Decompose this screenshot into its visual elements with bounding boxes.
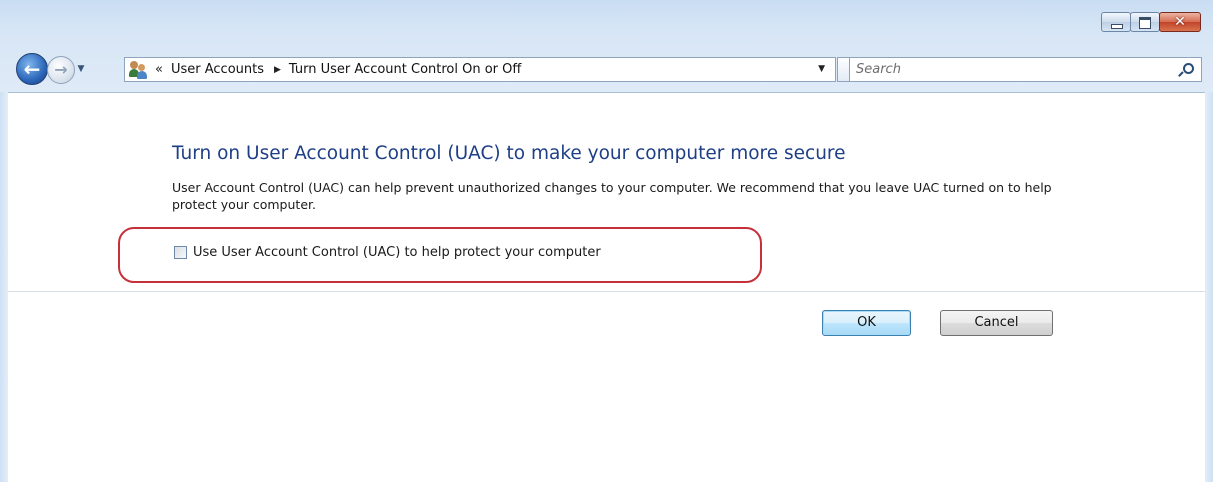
uac-checkbox-label: Use User Account Control (UAC) to help p… [193, 245, 601, 260]
minimize-icon [1111, 24, 1123, 29]
user-accounts-icon [129, 60, 147, 79]
recent-pages-button[interactable]: ▼ [76, 62, 86, 76]
search-icon[interactable] [1178, 62, 1195, 78]
page-title: Turn on User Account Control (UAC) to ma… [172, 143, 846, 164]
cancel-button[interactable]: Cancel [940, 310, 1053, 336]
breadcrumb-turn-uac-on-off[interactable]: Turn User Account Control On or Off [289, 62, 521, 77]
uac-settings-window: ✕ ← → ▼ « User Accounts ▶ Turn User Acco… [0, 0, 1213, 483]
back-arrow-icon: ← [23, 57, 41, 81]
maximize-icon [1139, 17, 1151, 29]
breadcrumb-user-accounts[interactable]: User Accounts [171, 62, 264, 77]
search-box[interactable] [849, 57, 1202, 82]
forward-arrow-icon: → [54, 60, 68, 79]
address-bar[interactable]: « User Accounts ▶ Turn User Account Cont… [124, 57, 836, 82]
ok-button[interactable]: OK [822, 310, 911, 336]
window-right-border [1205, 92, 1213, 482]
back-button[interactable]: ← [16, 53, 48, 85]
maximize-button[interactable] [1130, 12, 1160, 32]
forward-button[interactable]: → [47, 56, 75, 84]
window-left-border [0, 92, 8, 482]
search-input[interactable] [856, 59, 1179, 80]
window-caption-buttons: ✕ [1101, 12, 1201, 32]
uac-description: User Account Control (UAC) can help prev… [172, 180, 1052, 212]
divider [8, 291, 1205, 292]
breadcrumb-separator-icon[interactable]: ▶ [274, 65, 281, 75]
control-panel-content: Turn on User Account Control (UAC) to ma… [8, 92, 1205, 483]
minimize-button[interactable] [1101, 12, 1131, 32]
close-button[interactable]: ✕ [1159, 12, 1201, 32]
uac-option[interactable]: Use User Account Control (UAC) to help p… [174, 245, 601, 260]
address-dropdown-icon[interactable]: ▼ [818, 64, 825, 74]
chevron-down-icon: ▼ [77, 64, 85, 74]
breadcrumb-overflow-button[interactable]: « [155, 62, 163, 77]
close-icon: ✕ [1174, 14, 1186, 30]
uac-checkbox[interactable] [174, 246, 187, 259]
window-title-bar: ✕ ← → ▼ « User Accounts ▶ Turn User Acco… [0, 0, 1213, 92]
